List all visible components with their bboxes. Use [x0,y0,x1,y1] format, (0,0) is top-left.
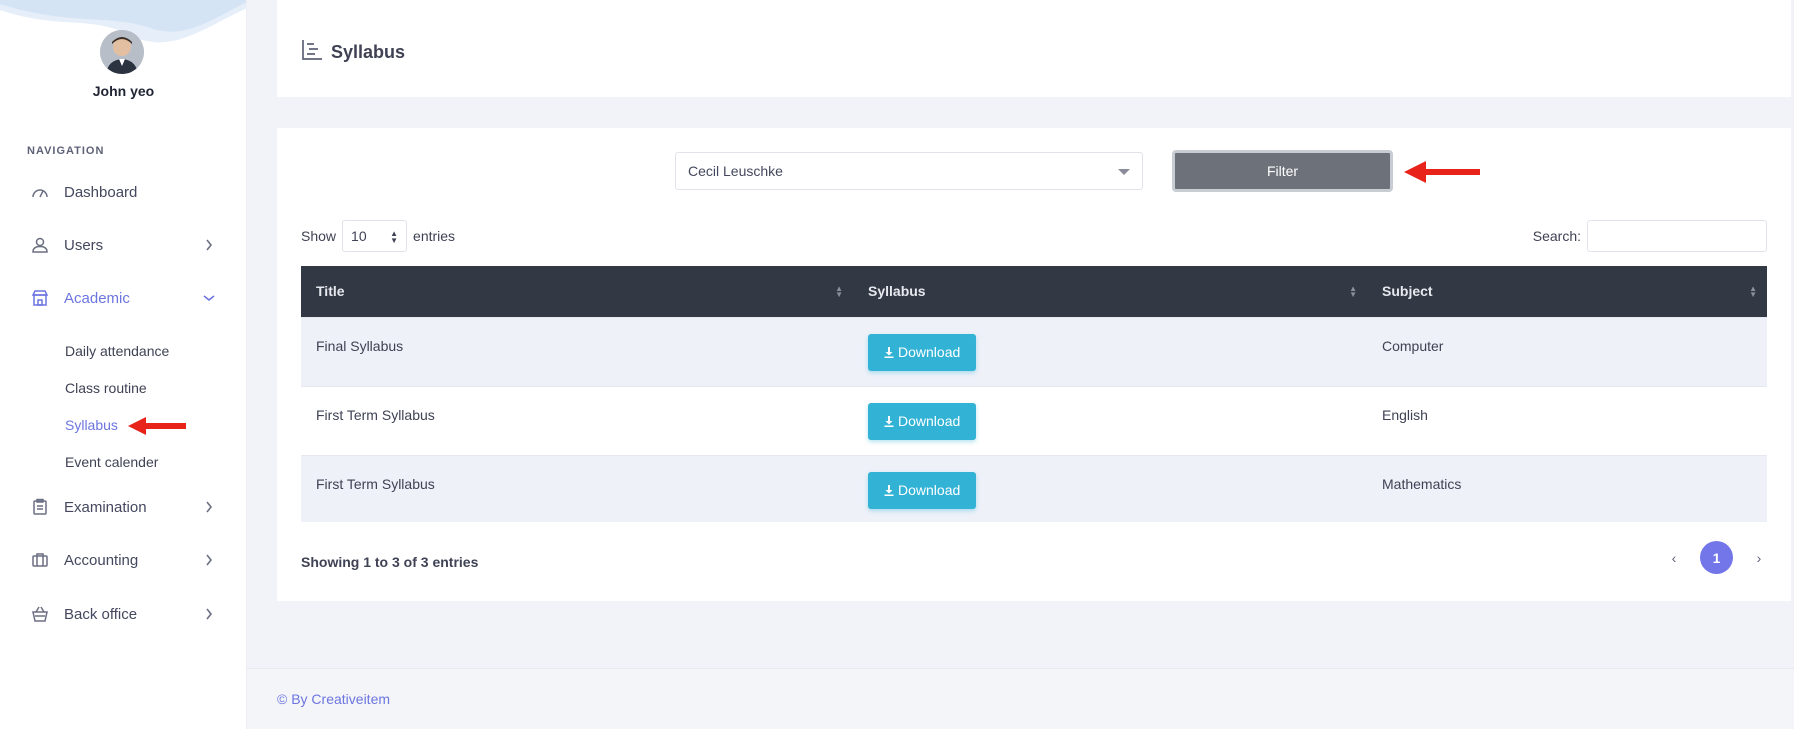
sidebar-item-back-office[interactable]: Back office [0,594,246,634]
page-header: Syllabus [277,0,1791,97]
download-button[interactable]: Download [868,402,977,440]
sidebar-item-academic[interactable]: Academic [0,278,246,318]
cell-syllabus: Download [853,316,1367,386]
list-icon [301,39,323,61]
show-label: Show [301,228,337,244]
column-header-syllabus[interactable]: Syllabus ▲ ▼ [853,266,1367,317]
class-select[interactable]: Cecil Leuschke [675,152,1143,190]
sort-icon: ▲ ▼ [835,284,843,299]
page-title: Syllabus [331,42,406,62]
sidebar-subitem-syllabus[interactable]: Syllabus [65,417,118,433]
search-input[interactable] [1587,220,1767,252]
annotation-arrow [128,417,186,435]
briefcase-icon [30,550,50,570]
sort-icon: ▲ ▼ [1349,284,1357,299]
chevron-down-icon [203,292,215,304]
syllabus-table: Title ▲ ▼ Syllabus ▲ ▼ Subject ▲ ▼ Final Sylla… [301,266,1767,522]
entries-select[interactable]: 10 ▲ ▼ [342,220,408,252]
download-icon [884,346,894,358]
download-icon [884,484,894,496]
download-button[interactable]: Download [868,333,977,371]
cell-title: First Term Syllabus [301,454,853,522]
table-row: Final Syllabus Download Computer [301,316,1767,386]
footer-credit-link[interactable]: © By Creativeitem [277,691,390,707]
sidebar-item-dashboard[interactable]: Dashboard [0,172,246,212]
cell-syllabus: Download [853,385,1367,455]
sidebar-subitem-class-routine[interactable]: Class routine [65,380,147,396]
pagination-next[interactable]: › [1751,550,1767,566]
entries-label: entries [413,228,456,244]
user-icon [30,235,50,255]
entries-length-control: Show 10 ▲ ▼ entries [301,220,455,252]
sort-updown-icon: ▲ ▼ [390,229,399,245]
table-info: Showing 1 to 3 of 3 entries [301,554,479,570]
sort-icon: ▲ ▼ [1749,284,1757,299]
annotation-arrow [1404,161,1480,183]
cell-subject: Mathematics [1367,454,1767,522]
sidebar-item-label: Academic [64,289,130,307]
sidebar-item-label: Accounting [64,551,139,569]
class-select-value: Cecil Leuschke [688,163,783,179]
sidebar-item-examination[interactable]: Examination [0,487,246,527]
sidebar-subitem-daily-attendance[interactable]: Daily attendance [65,343,169,359]
user-name: John yeo [92,83,155,99]
cell-syllabus: Download [853,454,1367,522]
chevron-right-icon [203,608,215,620]
sidebar-item-label: Back office [64,605,138,623]
chevron-right-icon [203,501,215,513]
sidebar-subitem-event-calender[interactable]: Event calender [65,454,158,470]
pagination: ‹ 1 › [1666,541,1767,574]
avatar[interactable] [100,30,144,74]
table-search: Search: [1533,220,1767,252]
table-header-row: Title ▲ ▼ Syllabus ▲ ▼ Subject ▲ ▼ [301,266,1767,317]
chevron-right-icon [203,239,215,251]
download-button[interactable]: Download [868,471,977,509]
sidebar-item-label: Dashboard [64,183,138,201]
school-icon [30,288,50,308]
speedometer-icon [30,182,50,202]
sidebar: John yeo NAVIGATION Dashboard Users Acad… [0,0,247,729]
footer: © By Creativeitem [247,668,1794,729]
chevron-right-icon [203,554,215,566]
pagination-page-1[interactable]: 1 [1700,541,1733,574]
cell-subject: English [1367,385,1767,455]
nav-heading: NAVIGATION [27,145,105,157]
syllabus-card: Cecil Leuschke Filter Show 10 ▲ ▼ entries… [277,128,1791,601]
caret-down-icon [1118,169,1130,175]
sidebar-item-users[interactable]: Users [0,225,246,265]
table-row: First Term Syllabus Download English [301,385,1767,455]
sidebar-item-label: Users [64,236,104,254]
clipboard-icon [30,497,50,517]
table-row: First Term Syllabus Download Mathematics [301,454,1767,522]
search-label: Search: [1532,228,1581,244]
cell-title: Final Syllabus [301,316,853,386]
basket-icon [30,604,50,624]
download-icon [884,415,894,427]
sidebar-item-label: Examination [64,498,147,516]
column-header-title[interactable]: Title ▲ ▼ [301,266,853,317]
pagination-prev[interactable]: ‹ [1666,550,1682,566]
cell-title: First Term Syllabus [301,385,853,455]
filter-button[interactable]: Filter [1172,150,1393,192]
cell-subject: Computer [1367,316,1767,386]
sidebar-item-accounting[interactable]: Accounting [0,540,246,580]
entries-select-value: 10 [351,228,367,244]
column-header-subject[interactable]: Subject ▲ ▼ [1367,266,1767,317]
